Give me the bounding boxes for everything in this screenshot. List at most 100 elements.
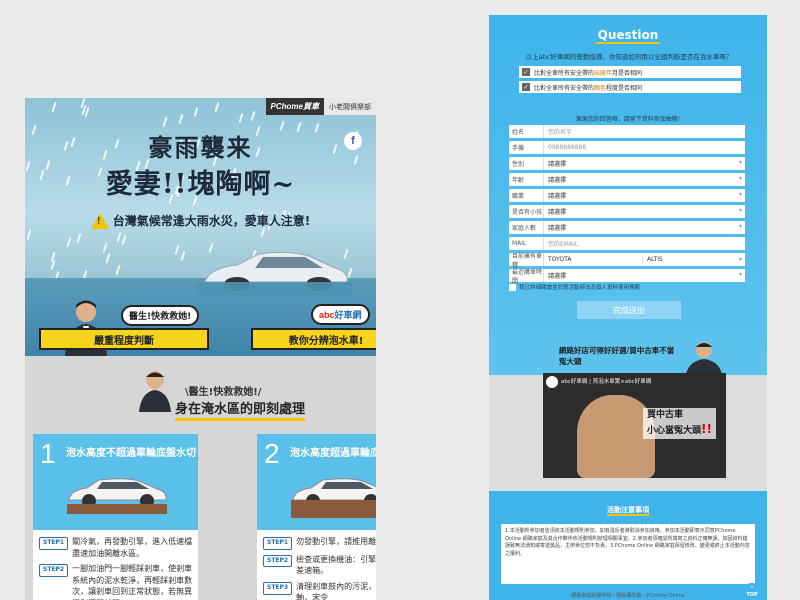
question-title-text: Question — [595, 28, 661, 44]
field-input[interactable]: 0988888888 — [544, 144, 745, 151]
name-field[interactable]: 姓名 您的名字 — [509, 125, 745, 138]
back-to-top-button[interactable]: ^ TOP — [743, 583, 761, 600]
video-overlay-line1: 買中古車 — [647, 410, 684, 420]
channel-avatar[interactable] — [546, 376, 558, 388]
chevron-down-icon: ▾ — [738, 256, 742, 263]
option-highlight: 出廠年 — [594, 69, 613, 77]
field-label: 目前擁有車種 — [509, 253, 544, 269]
flooded-car-image — [197, 251, 352, 296]
field-input[interactable]: 請選擇 ▾ — [544, 175, 745, 184]
raindrop — [250, 111, 256, 122]
ground-strip — [291, 500, 376, 518]
step-item: STEP3清理剎車鼓內的污泥，及檢查輪軸，宋令 — [263, 581, 376, 600]
field-input[interactable]: 請選擇 ▾ — [544, 191, 745, 200]
children-select[interactable]: 是否有小孩 請選擇 ▾ — [509, 205, 745, 218]
agree-checkbox-row[interactable]: 我已詳細閱讀並同意活動辦法及個人資料使用規範 — [509, 283, 640, 291]
job-select[interactable]: 職業 請選擇 ▾ — [509, 189, 745, 202]
age-select[interactable]: 年齡 請選擇 ▾ — [509, 173, 745, 186]
field-value: 您的EMAIL — [548, 241, 579, 248]
raindrop — [102, 243, 108, 254]
raindrop — [66, 236, 72, 247]
case-card-header: 2 泡水高度超過車輪底盤水切 — [257, 434, 376, 530]
question-text: 以上abc好車網的衝動指導，你知道如何用以全國判斷是否在泡水車嗎？ — [525, 53, 733, 61]
option-text-pre: 比對全車所有安全帶的 — [534, 69, 595, 77]
brand-bar: PChome買車 小老闆俱樂部 — [265, 98, 376, 115]
ground-strip — [67, 504, 167, 514]
abc-logo: abc — [319, 310, 335, 320]
case-card-2: 2 泡水高度超過車輪底盤水切 STEP1勿發動引擎，請推用離開。 STEP2檢查… — [257, 434, 376, 600]
family-size-select[interactable]: 家庭人數 請選擇 ▾ — [509, 221, 745, 234]
field-label: 手機 — [509, 141, 544, 154]
severity-button[interactable]: 嚴重程度判斷 — [39, 328, 209, 350]
chevron-down-icon: ▾ — [738, 271, 742, 278]
gender-select[interactable]: 性別 請選擇 ▾ — [509, 157, 745, 170]
question-title: Question — [489, 28, 767, 44]
identify-flood-car-button[interactable]: 教你分辨泡水車! — [251, 328, 376, 350]
field-input[interactable]: 您的名字 — [544, 127, 745, 136]
submit-button[interactable]: 完成送出 — [577, 301, 681, 319]
step-text: 關冷氣，再發動引擎，進入低速檔盡速加油開離水區。 — [72, 537, 193, 558]
field-input[interactable]: TOYOTA ALTIS ▾ — [544, 256, 745, 263]
agree-checkbox[interactable] — [509, 283, 516, 291]
option-text-pre: 比對全車所有安全帶的 — [534, 84, 595, 92]
hero-banner: PChome買車 小老闆俱樂部 f 豪雨襲来 愛妻!!塊陶啊~ ! 台灣氣候常逢… — [25, 98, 376, 356]
video-player[interactable]: abc好車網 | 買泡水車驚×abc好車網 買中古車 小心當冤大頭!! — [543, 373, 726, 478]
case-title: 泡水高度不超過車輪底盤水切 — [66, 448, 196, 459]
answer-option-2[interactable]: ✓ 比對全車所有安全帶的顏色程度是否相同 — [519, 81, 741, 93]
field-value: 請選擇 — [548, 273, 567, 280]
step-tag: STEP1 — [39, 537, 69, 550]
video-title[interactable]: abc好車網 | 買泡水車驚×abc好車網 — [561, 377, 651, 385]
car-series-value[interactable]: ALTIS — [643, 256, 739, 263]
section-subtitle: \醫生!快救救她!/ — [185, 387, 262, 398]
chevron-down-icon: ▾ — [738, 159, 742, 166]
video-overlay-text: 買中古車 小心當冤大頭!! — [643, 408, 716, 440]
raindrop — [178, 113, 184, 124]
raindrop — [214, 102, 220, 113]
answer-option-1[interactable]: ✓ 比對全車所有安全帶的出廠年月是否相同 — [519, 66, 741, 78]
field-label: 職業 — [509, 189, 544, 202]
hero-title-line1: 豪雨襲来 — [148, 133, 253, 162]
video-speech-bubble: 網路好店可得好好選/買中古車不當冤大頭 — [559, 346, 675, 366]
field-label: 家庭人數 — [509, 221, 544, 234]
step-item: STEP1勿發動引擎，請推用離開。 — [263, 536, 376, 550]
warning-icon: ! — [90, 212, 109, 229]
field-value: 0988888888 — [548, 144, 587, 151]
purchase-time-select[interactable]: 最近購車時間 請選擇 ▾ — [509, 269, 745, 285]
club-link[interactable]: 小老闆俱樂部 — [324, 98, 376, 115]
raindrop — [193, 107, 199, 118]
checkbox-icon[interactable]: ✓ — [522, 83, 530, 91]
field-input[interactable]: 請選擇 ▾ — [544, 223, 745, 232]
raindrop — [26, 230, 32, 241]
field-input[interactable]: 請選擇 ▾ — [544, 159, 745, 168]
step-text: 一腳加油門一腳輕踩剎車，使剎車系統內的泥水乾淨，再輕踩剎車數次，讓剎車回到正常狀… — [72, 564, 193, 600]
option-text: 比對全車所有安全帶的顏色程度是否相同 — [534, 83, 642, 92]
field-label: 姓名 — [509, 125, 544, 138]
car-model-select[interactable]: 目前擁有車種 TOYOTA ALTIS ▾ — [509, 253, 745, 269]
phone-field[interactable]: 手機 0988888888 — [509, 141, 745, 154]
email-field[interactable]: MAIL 您的EMAIL — [509, 237, 745, 250]
raindrop — [174, 244, 180, 255]
field-input[interactable]: 請選擇 ▾ — [544, 271, 745, 280]
checkbox-icon[interactable]: ✓ — [522, 68, 530, 76]
field-label: 最近購車時間 — [509, 269, 544, 285]
steps-list: STEP1 關冷氣，再發動引擎，進入低速檔盡速加油開離水區。 STEP2 一腳加油門… — [39, 536, 194, 600]
thinking-man-illustration — [139, 371, 171, 412]
option-text-post: 程度是否相同 — [606, 84, 643, 92]
notice-section: 活動注意事項 1.本活動所參加者皆須依本活動規則參加，如有違反者將取消參加資格。… — [489, 491, 767, 600]
raindrop — [116, 232, 122, 243]
video-overlay-line2-text: 小心當冤大頭 — [647, 425, 702, 436]
campaign-page-right: Question 以上abc好車網的衝動指導，你知道如何用以全國判斷是否在泡水車… — [489, 15, 767, 600]
field-input[interactable]: 您的EMAIL — [544, 239, 745, 248]
doctor-speech-bubble: 醫生!快救救她! — [121, 305, 200, 326]
section-title: 身在淹水區的即刻處理 — [175, 398, 306, 421]
steps-list: STEP1勿發動引擎，請推用離開。 STEP2檢查或更換機油：引擎、變速箱、差速… — [263, 536, 376, 600]
field-input[interactable]: 請選擇 ▾ — [544, 207, 745, 216]
pchome-logo[interactable]: PChome買車 — [266, 101, 324, 112]
notice-title: 活動注意事項 — [489, 505, 767, 516]
notice-textbox[interactable]: 1.本活動所參加者皆須依本活動規則參加，如有違反者將取消參加資格。參加本活動即表… — [501, 524, 755, 584]
case-number: 2 — [264, 438, 280, 469]
step-tag: STEP3 — [263, 581, 293, 595]
field-label: 是否有小孩 — [509, 205, 544, 218]
abc-logo-suffix: 好車網 — [334, 311, 362, 321]
car-brand-value[interactable]: TOYOTA — [548, 256, 643, 263]
